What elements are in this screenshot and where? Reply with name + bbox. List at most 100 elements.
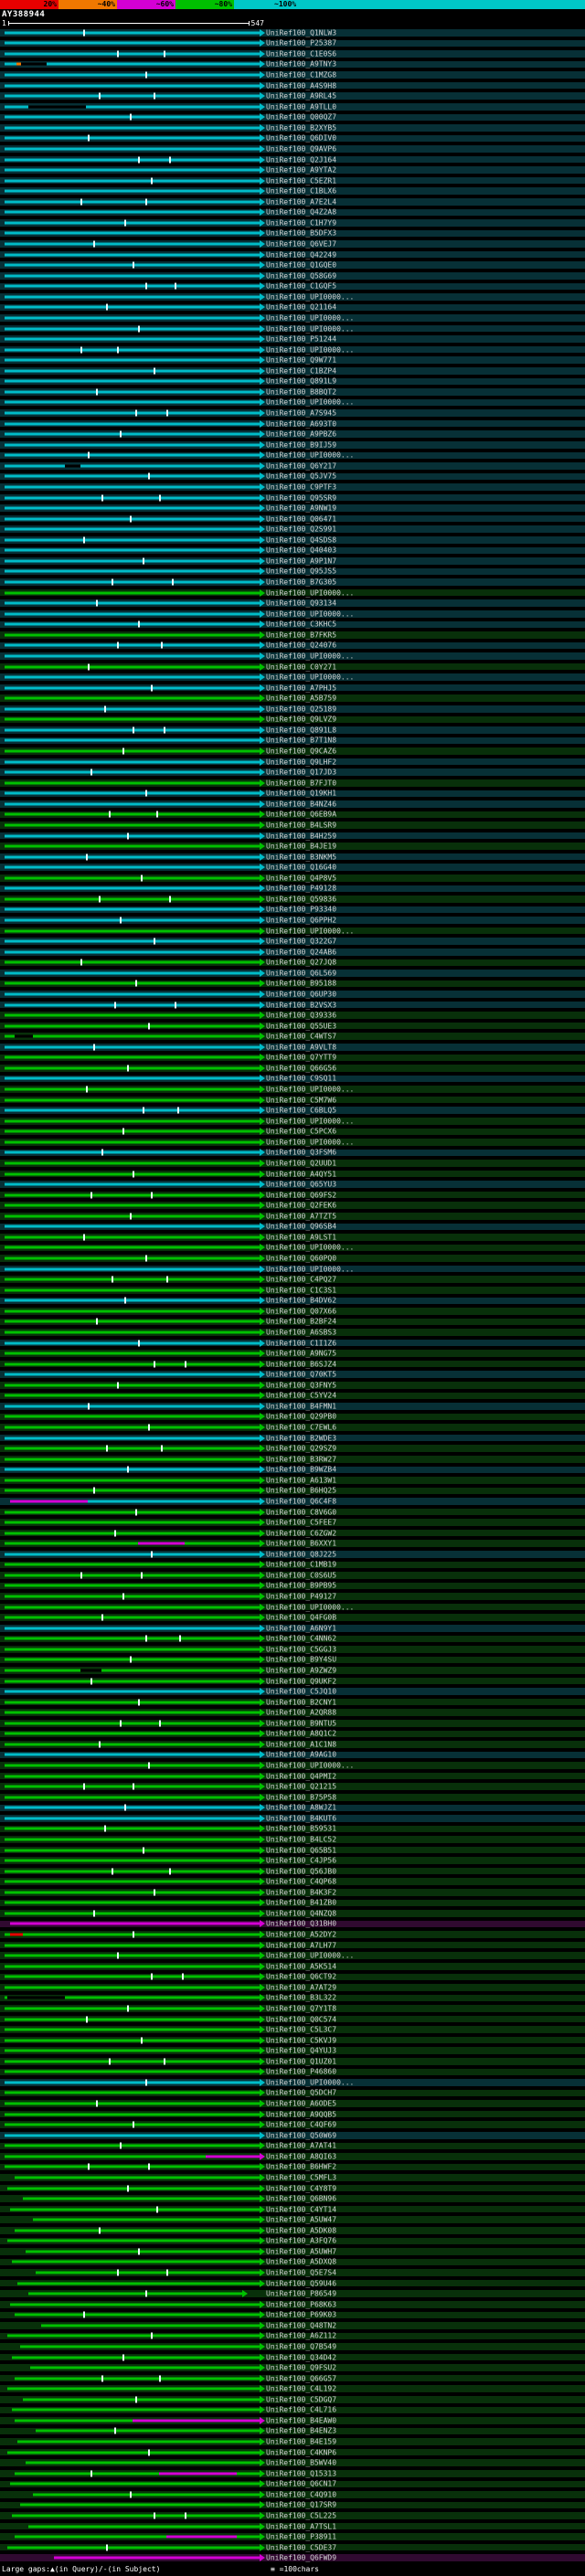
- hit-label[interactable]: UniRef100_UPI0000...: [266, 1265, 354, 1273]
- alignment-bar[interactable]: [5, 1204, 260, 1207]
- hit-label[interactable]: UniRef100_Q5DCH7: [266, 2089, 336, 2097]
- alignment-bar[interactable]: [5, 253, 260, 256]
- alignment-bar[interactable]: [5, 221, 260, 224]
- hit-label[interactable]: UniRef100_C4PQ27: [266, 1276, 336, 1284]
- alignment-bar[interactable]: [5, 1955, 260, 1957]
- alignment-bar[interactable]: [5, 1278, 260, 1281]
- hit-label[interactable]: UniRef100_Q21164: [266, 303, 336, 312]
- alignment-bar[interactable]: [15, 2377, 259, 2380]
- hit-label[interactable]: UniRef100_B7FJT0: [266, 779, 336, 787]
- alignment-bar[interactable]: [15, 2314, 259, 2316]
- alignment-bar[interactable]: [30, 2367, 259, 2369]
- alignment-bar[interactable]: [5, 581, 260, 584]
- alignment-bar[interactable]: [5, 1902, 260, 1904]
- alignment-bar[interactable]: [10, 2208, 260, 2210]
- alignment-bar[interactable]: [5, 1246, 260, 1249]
- alignment-bar[interactable]: [5, 1309, 260, 1312]
- hit-label[interactable]: UniRef100_A9YTA2: [266, 166, 336, 175]
- alignment-bar[interactable]: [5, 1986, 260, 1988]
- hit-label[interactable]: UniRef100_C0Y271: [266, 663, 336, 671]
- hit-label[interactable]: UniRef100_A7TSL1: [266, 2522, 336, 2530]
- hit-label[interactable]: UniRef100_Q25189: [266, 705, 336, 713]
- alignment-bar[interactable]: [5, 1965, 260, 1967]
- alignment-bar[interactable]: [5, 1362, 260, 1365]
- hit-label[interactable]: UniRef100_A6N9Y1: [266, 1624, 336, 1632]
- hit-label[interactable]: UniRef100_Q31BH0: [266, 1920, 336, 1928]
- alignment-bar[interactable]: [5, 338, 260, 341]
- alignment-bar[interactable]: [5, 845, 260, 848]
- hit-label[interactable]: UniRef100_Q7Y1T8: [266, 2004, 336, 2012]
- hit-label[interactable]: UniRef100_P25387: [266, 39, 336, 48]
- hit-label[interactable]: UniRef100_UPI0000...: [266, 324, 354, 333]
- hit-label[interactable]: UniRef100_C1MB19: [266, 1561, 336, 1569]
- hit-label[interactable]: UniRef100_P86549: [266, 2290, 336, 2298]
- alignment-bar[interactable]: [5, 2092, 260, 2094]
- alignment-bar[interactable]: [5, 1574, 260, 1576]
- hit-label[interactable]: UniRef100_C6BLQ5: [266, 1107, 336, 1115]
- alignment-bar[interactable]: [5, 1796, 260, 1798]
- hit-label[interactable]: UniRef100_C5JQ10: [266, 1688, 336, 1696]
- hit-label[interactable]: UniRef100_Q891L9: [266, 377, 336, 386]
- hit-label[interactable]: UniRef100_Q2FEK6: [266, 1202, 336, 1210]
- hit-label[interactable]: UniRef100_B59531: [266, 1825, 336, 1833]
- alignment-bar[interactable]: [5, 676, 260, 679]
- hit-label[interactable]: UniRef100_Q50W69: [266, 2131, 336, 2139]
- alignment-bar[interactable]: [5, 2134, 260, 2136]
- hit-label[interactable]: UniRef100_Q4SDS8: [266, 535, 336, 544]
- alignment-bar[interactable]: [5, 2166, 260, 2168]
- alignment-bar[interactable]: [5, 1479, 260, 1481]
- alignment-bar[interactable]: [5, 559, 260, 562]
- hit-label[interactable]: UniRef100_UPI0000...: [266, 345, 354, 354]
- alignment-bar[interactable]: [7, 2240, 260, 2242]
- hit-label[interactable]: UniRef100_Q29SZ9: [266, 1445, 336, 1453]
- hit-label[interactable]: UniRef100_C3KHC5: [266, 620, 336, 629]
- hit-label[interactable]: UniRef100_P68K63: [266, 2300, 336, 2308]
- alignment-bar[interactable]: [12, 2261, 259, 2263]
- hit-label[interactable]: UniRef100_Q96SB4: [266, 1223, 336, 1231]
- alignment-bar[interactable]: [10, 2483, 260, 2486]
- hit-label[interactable]: UniRef100_C7EWL6: [266, 1424, 336, 1432]
- alignment-bar[interactable]: [5, 380, 260, 383]
- alignment-bar[interactable]: [10, 1923, 260, 1925]
- alignment-bar[interactable]: [5, 327, 260, 330]
- hit-label[interactable]: UniRef100_A7AT29: [266, 1983, 336, 1991]
- hit-label[interactable]: UniRef100_Q6L569: [266, 969, 336, 977]
- alignment-bar[interactable]: [5, 1151, 260, 1154]
- alignment-bar[interactable]: [5, 1320, 260, 1323]
- hit-label[interactable]: UniRef100_B4E159: [266, 2438, 336, 2446]
- hit-label[interactable]: UniRef100_C5GGJ3: [266, 1645, 336, 1653]
- hit-label[interactable]: UniRef100_B9Y4SU: [266, 1656, 336, 1664]
- alignment-bar[interactable]: [5, 644, 260, 647]
- alignment-bar[interactable]: [5, 306, 260, 309]
- hit-label[interactable]: UniRef100_B4KUT6: [266, 1814, 336, 1822]
- hit-label[interactable]: UniRef100_Q4P8V5: [266, 874, 336, 882]
- hit-label[interactable]: UniRef100_Q17SR9: [266, 2501, 336, 2509]
- hit-label[interactable]: UniRef100_B4FMN1: [266, 1402, 336, 1410]
- alignment-bar[interactable]: [5, 2007, 260, 2009]
- alignment-bar[interactable]: [5, 940, 260, 943]
- hit-label[interactable]: UniRef100_B4H259: [266, 832, 336, 840]
- hit-label[interactable]: UniRef100_A5K514: [266, 1962, 336, 1970]
- alignment-bar[interactable]: [5, 612, 260, 615]
- alignment-bar[interactable]: [26, 2462, 260, 2465]
- hit-label[interactable]: UniRef100_C4L192: [266, 2385, 336, 2393]
- hit-label[interactable]: UniRef100_A5B759: [266, 694, 336, 703]
- alignment-bar[interactable]: [5, 454, 260, 457]
- hit-label[interactable]: UniRef100_A6Z112: [266, 2332, 336, 2340]
- hit-label[interactable]: UniRef100_B9PB95: [266, 1582, 336, 1590]
- alignment-bar[interactable]: [15, 2229, 259, 2231]
- alignment-bar[interactable]: [36, 2272, 260, 2274]
- alignment-bar[interactable]: [5, 1712, 260, 1714]
- hit-label[interactable]: UniRef100_Q6C4F8: [266, 1497, 336, 1505]
- hit-label[interactable]: UniRef100_Q8J225: [266, 1550, 336, 1558]
- alignment-bar[interactable]: [33, 2493, 259, 2496]
- alignment-bar[interactable]: [5, 1458, 260, 1460]
- hit-label[interactable]: UniRef100_Q5JV75: [266, 472, 336, 481]
- hit-label[interactable]: UniRef100_Q59836: [266, 895, 336, 903]
- hit-label[interactable]: UniRef100_Q95SR9: [266, 493, 336, 502]
- hit-label[interactable]: UniRef100_B3RW27: [266, 1455, 336, 1463]
- hit-label[interactable]: UniRef100_Q15313: [266, 2469, 336, 2477]
- alignment-bar[interactable]: [5, 1553, 260, 1555]
- alignment-bar[interactable]: [5, 1447, 260, 1450]
- hit-label[interactable]: UniRef100_B8BQT2: [266, 387, 336, 396]
